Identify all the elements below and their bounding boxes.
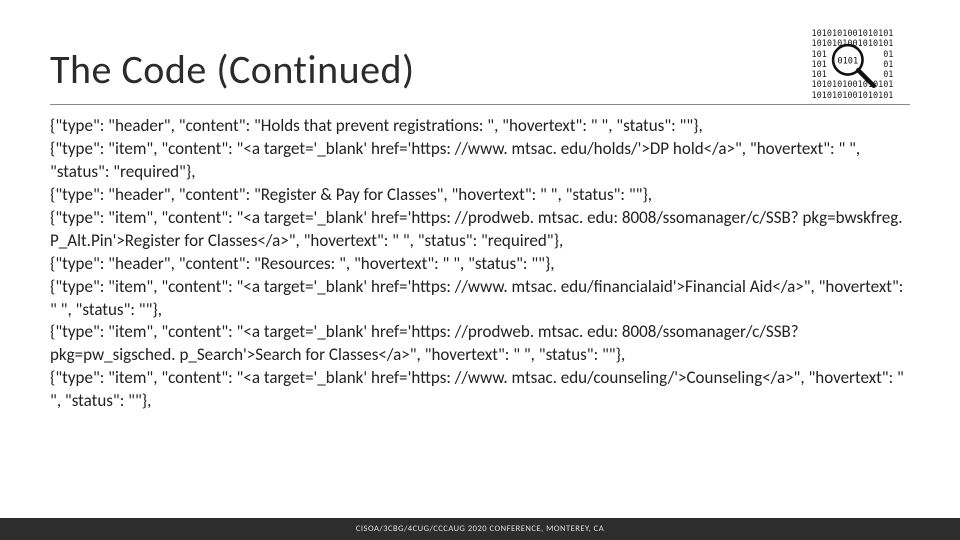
code-line: {"type": "item", "content": "<a target='… [50, 276, 907, 320]
magnifier-icon: 0101 [827, 39, 879, 91]
code-line: {"type": "item", "content": "<a target='… [50, 367, 908, 411]
slide: The Code (Continued) 1010101001010101 10… [0, 0, 960, 540]
code-line: {"type": "header", "content": "Register … [50, 184, 652, 205]
code-body: {"type": "header", "content": "Holds tha… [50, 115, 910, 413]
binary-row: 1010101001010101 [795, 30, 910, 39]
slide-title: The Code (Continued) [50, 45, 415, 100]
slide-footer: CISOA/3CBG/4CUG/CCCAUG 2020 CONFERENCE, … [0, 518, 960, 540]
code-line: {"type": "item", "content": "<a target='… [50, 207, 906, 251]
binary-magnifier-icon: 1010101001010101 1010101001010101 101 01… [795, 30, 910, 100]
code-line: {"type": "item", "content": "<a target='… [50, 138, 864, 182]
svg-text:0101: 0101 [837, 56, 858, 66]
binary-row: 1010101001010101 [795, 92, 910, 101]
code-line: {"type": "header", "content": "Resources… [50, 253, 555, 274]
title-row: The Code (Continued) 1010101001010101 10… [50, 30, 910, 100]
code-line: {"type": "item", "content": "<a target='… [50, 321, 803, 365]
title-underline [50, 104, 910, 105]
code-line: {"type": "header", "content": "Holds tha… [50, 115, 703, 136]
